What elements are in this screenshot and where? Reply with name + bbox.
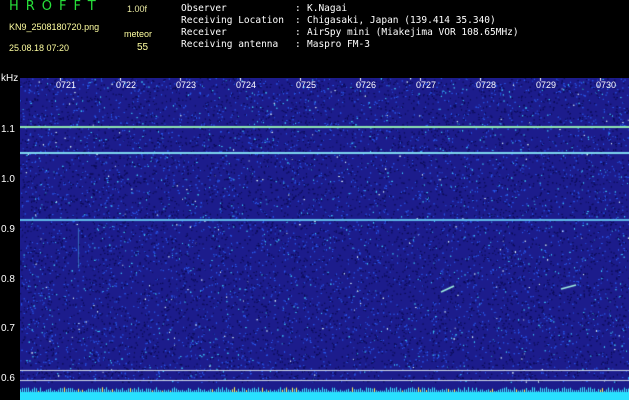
- spectrogram-canvas: [20, 78, 629, 400]
- info-value: Chigasaki, Japan (139.414 35.340): [307, 15, 496, 26]
- x-tick-label: 0729: [536, 80, 557, 90]
- y-tick-label: 1.0: [1, 174, 15, 185]
- x-tick-label: 0725: [296, 80, 317, 90]
- info-separator: :: [295, 39, 301, 50]
- y-tick-label: 1.1: [1, 124, 15, 135]
- filename-label: KN9_2508180720.png: [9, 22, 100, 32]
- info-separator: :: [295, 27, 301, 38]
- y-tick-label: 0.8: [1, 274, 15, 285]
- info-value: AirSpy mini (Miakejima VOR 108.65MHz): [307, 27, 519, 38]
- x-tick-label: 0728: [476, 80, 497, 90]
- info-row-observer: Observer: K.Nagai: [181, 3, 347, 15]
- x-tick-label: 0724: [236, 80, 257, 90]
- info-key: Observer: [181, 3, 227, 14]
- y-tick-label: 0.6: [1, 373, 15, 384]
- info-row-antenna: Receiving antenna: Maspro FM-3: [181, 39, 370, 51]
- x-tick-label: 0730: [596, 80, 617, 90]
- x-tick-label: 0721: [56, 80, 77, 90]
- x-tick-label: 0722: [116, 80, 137, 90]
- info-row-location: Receiving Location: Chigasaki, Japan (139…: [181, 15, 496, 27]
- info-separator: :: [295, 15, 301, 26]
- detection-count: 55: [137, 42, 149, 53]
- x-tick-label: 0726: [356, 80, 377, 90]
- x-tick-label: 0727: [416, 80, 437, 90]
- info-value: Maspro FM-3: [307, 39, 370, 50]
- y-axis-unit: kHz: [1, 73, 19, 84]
- info-value: K.Nagai: [307, 3, 348, 14]
- y-tick-label: 0.7: [1, 323, 15, 334]
- datetime-label: 25.08.18 07:20: [9, 43, 70, 53]
- info-row-receiver: Receiver: AirSpy mini (Miakejima VOR 108.…: [181, 27, 519, 39]
- x-tick-label: 0723: [176, 80, 197, 90]
- info-key: Receiving antenna: [181, 39, 279, 50]
- hrofft-window: HROFFT 1.00f KN9_2508180720.png meteor 2…: [0, 0, 629, 400]
- info-key: Receiving Location: [181, 15, 284, 26]
- info-key: Receiver: [181, 27, 227, 38]
- mode-label: meteor: [124, 29, 153, 39]
- app-title: HROFFT: [9, 0, 103, 14]
- version-label: 1.00f: [127, 4, 148, 14]
- y-tick-label: 0.9: [1, 224, 15, 235]
- info-separator: :: [295, 3, 301, 14]
